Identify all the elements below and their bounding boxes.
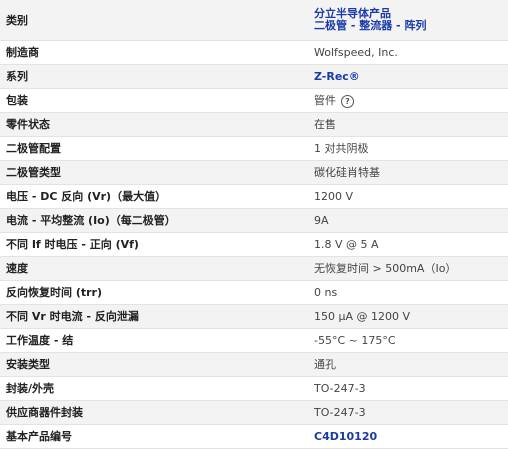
row-label-part-status: 零件状态 <box>0 112 308 137</box>
row-value-part-status: 在售 <box>308 112 508 137</box>
row-value-forward-voltage: 1.8 V @ 5 A <box>308 232 508 257</box>
row-value-dc-reverse-voltage: 1200 V <box>308 184 508 209</box>
row-label-forward-voltage: 不同 If 时电压 - 正向 (Vf) <box>0 232 308 257</box>
base-product-number-link[interactable]: C4D10120 <box>314 430 377 443</box>
table-row: 零件状态 在售 <box>0 112 508 137</box>
row-value-speed: 无恢复时间 > 500mA（Io） <box>308 256 508 281</box>
row-value-reverse-leakage: 150 µA @ 1200 V <box>308 304 508 329</box>
row-value-operating-temperature: -55°C ~ 175°C <box>308 328 508 353</box>
row-label-reverse-leakage: 不同 Vr 时电流 - 反向泄漏 <box>0 304 308 329</box>
table-row: 不同 Vr 时电流 - 反向泄漏 150 µA @ 1200 V <box>0 304 508 329</box>
row-value-diode-config: 1 对共阴极 <box>308 136 508 161</box>
table-row: 二极管类型 碳化硅肖特基 <box>0 160 508 185</box>
row-label-reverse-recovery-time: 反向恢复时间 (trr) <box>0 280 308 305</box>
packaging-text: 管件 <box>314 94 336 107</box>
row-label-diode-type: 二极管类型 <box>0 160 308 185</box>
row-value-base-product-number: C4D10120 <box>308 424 508 449</box>
row-value-packaging: 管件? <box>308 88 508 113</box>
table-row: 制造商 Wolfspeed, Inc. <box>0 40 508 65</box>
table-row: 封装/外壳 TO-247-3 <box>0 376 508 401</box>
row-value-reverse-recovery-time: 0 ns <box>308 280 508 305</box>
row-label-dc-reverse-voltage: 电压 - DC 反向 (Vr)（最大值） <box>0 184 308 209</box>
row-value-manufacturer: Wolfspeed, Inc. <box>308 40 508 65</box>
table-row: 工作温度 - 结 -55°C ~ 175°C <box>0 328 508 353</box>
table-row: 基本产品编号 C4D10120 <box>0 424 508 449</box>
help-circle-icon[interactable]: ? <box>341 94 354 108</box>
table-row: 速度 无恢复时间 > 500mA（Io） <box>0 256 508 281</box>
row-value-diode-type: 碳化硅肖特基 <box>308 160 508 185</box>
row-label-average-rectified-current: 电流 - 平均整流 (Io)（每二极管） <box>0 208 308 233</box>
row-value-mounting-type: 通孔 <box>308 352 508 377</box>
row-value-series: Z-Rec® <box>308 64 508 89</box>
row-label-packaging: 包装 <box>0 88 308 113</box>
category-link-diode-rectifier-array[interactable]: 二极管 - 整流器 - 阵列 <box>314 19 502 32</box>
row-label-supplier-device-package: 供应商器件封装 <box>0 400 308 425</box>
row-label-series: 系列 <box>0 64 308 89</box>
table-row: 不同 If 时电压 - 正向 (Vf) 1.8 V @ 5 A <box>0 232 508 257</box>
row-label-mounting-type: 安装类型 <box>0 352 308 377</box>
series-link[interactable]: Z-Rec® <box>314 70 360 83</box>
table-row: 系列 Z-Rec® <box>0 64 508 89</box>
category-link-discrete[interactable]: 分立半导体产品 <box>314 7 502 20</box>
product-attributes-table: 类别 分立半导体产品 二极管 - 整流器 - 阵列 制造商 Wolfspeed,… <box>0 0 508 449</box>
table-row: 电压 - DC 反向 (Vr)（最大值） 1200 V <box>0 184 508 209</box>
row-label-speed: 速度 <box>0 256 308 281</box>
row-label-category: 类别 <box>0 0 308 41</box>
table-row: 包装 管件? <box>0 88 508 113</box>
row-label-base-product-number: 基本产品编号 <box>0 424 308 449</box>
row-value-category: 分立半导体产品 二极管 - 整流器 - 阵列 <box>308 0 508 41</box>
table-row: 供应商器件封装 TO-247-3 <box>0 400 508 425</box>
row-value-average-rectified-current: 9A <box>308 208 508 233</box>
row-value-package-case: TO-247-3 <box>308 376 508 401</box>
table-row: 反向恢复时间 (trr) 0 ns <box>0 280 508 305</box>
table-row: 安装类型 通孔 <box>0 352 508 377</box>
row-value-supplier-device-package: TO-247-3 <box>308 400 508 425</box>
table-row: 二极管配置 1 对共阴极 <box>0 136 508 161</box>
row-label-diode-config: 二极管配置 <box>0 136 308 161</box>
row-label-manufacturer: 制造商 <box>0 40 308 65</box>
table-row: 电流 - 平均整流 (Io)（每二极管） 9A <box>0 208 508 233</box>
table-row: 类别 分立半导体产品 二极管 - 整流器 - 阵列 <box>0 0 508 41</box>
row-label-package-case: 封装/外壳 <box>0 376 308 401</box>
row-label-operating-temperature: 工作温度 - 结 <box>0 328 308 353</box>
